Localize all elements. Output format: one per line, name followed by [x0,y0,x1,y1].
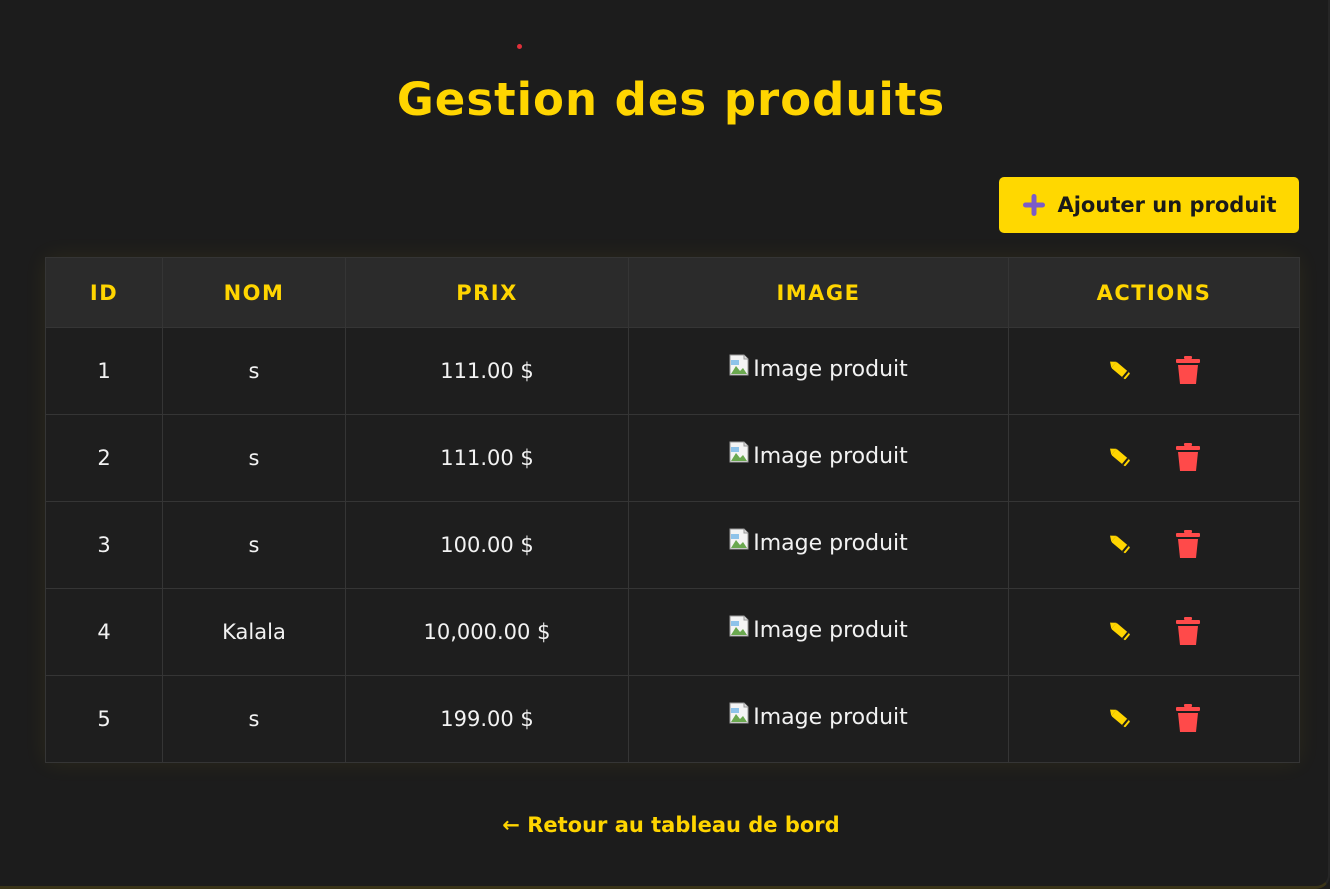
cell-nom: s [162,327,346,415]
pencil-icon [1106,444,1134,473]
column-header-image: IMAGE [628,257,1009,328]
cell-image: Image produit [628,675,1009,763]
table-row: 1 s 111.00 $ Image produit [45,327,1300,415]
table-row: 4 Kalala 10,000.00 $ Image produit [45,588,1300,676]
trash-icon [1175,703,1201,736]
delete-button[interactable] [1173,703,1203,735]
image-alt-text: Image produit [753,356,908,382]
broken-image-icon [729,702,753,724]
products-table: ID NOM PRIX IMAGE ACTIONS 1 s 111.00 $ I… [45,257,1300,763]
product-image: Image produit [729,441,908,469]
trash-icon [1175,442,1201,475]
pencil-icon [1106,357,1134,386]
cell-prix: 111.00 $ [345,327,629,415]
edit-button[interactable] [1105,703,1135,735]
delete-button[interactable] [1173,616,1203,648]
add-product-label: Ajouter un produit [1057,193,1277,217]
cell-id: 4 [45,588,163,676]
cell-image: Image produit [628,501,1009,589]
add-product-button[interactable]: Ajouter un produit [999,177,1299,233]
cell-nom: s [162,675,346,763]
cell-prix: 10,000.00 $ [345,588,629,676]
column-header-prix: PRIX [345,257,629,328]
trash-icon [1175,355,1201,388]
delete-button[interactable] [1173,442,1203,474]
cell-image: Image produit [628,414,1009,502]
edit-button[interactable] [1105,442,1135,474]
pencil-icon [1106,705,1134,734]
trash-icon [1175,616,1201,649]
image-alt-text: Image produit [753,530,908,556]
cell-prix: 100.00 $ [345,501,629,589]
delete-button[interactable] [1173,355,1203,387]
product-image: Image produit [729,702,908,730]
table-body: 1 s 111.00 $ Image produit 2 s 111.00 $ … [45,327,1300,763]
cell-image: Image produit [628,327,1009,415]
cell-actions [1008,675,1300,763]
cell-image: Image produit [628,588,1009,676]
cell-id: 2 [45,414,163,502]
trash-icon [1175,529,1201,562]
cell-id: 3 [45,501,163,589]
column-header-nom: NOM [162,257,346,328]
cell-prix: 199.00 $ [345,675,629,763]
cell-id: 5 [45,675,163,763]
product-image: Image produit [729,528,908,556]
products-table-container: ID NOM PRIX IMAGE ACTIONS 1 s 111.00 $ I… [45,257,1300,763]
edit-button[interactable] [1105,355,1135,387]
cell-id: 1 [45,327,163,415]
cell-prix: 111.00 $ [345,414,629,502]
cell-actions [1008,327,1300,415]
cursor-dot [517,44,522,49]
image-alt-text: Image produit [753,704,908,730]
edit-button[interactable] [1105,529,1135,561]
plus-icon [1021,192,1047,218]
column-header-actions: ACTIONS [1008,257,1300,328]
page-title: Gestion des produits [396,73,946,126]
cell-actions [1008,501,1300,589]
edit-button[interactable] [1105,616,1135,648]
broken-image-icon [729,528,753,550]
broken-image-icon [729,441,753,463]
cell-actions [1008,588,1300,676]
table-row: 3 s 100.00 $ Image produit [45,501,1300,589]
delete-button[interactable] [1173,529,1203,561]
broken-image-icon [729,354,753,376]
table-header-row: ID NOM PRIX IMAGE ACTIONS [45,257,1300,328]
pencil-icon [1106,531,1134,560]
cell-nom: s [162,414,346,502]
column-header-id: ID [45,257,163,328]
pencil-icon [1106,618,1134,647]
table-row: 5 s 199.00 $ Image produit [45,675,1300,763]
product-image: Image produit [729,615,908,643]
cell-actions [1008,414,1300,502]
back-to-dashboard-link[interactable]: ← Retour au tableau de bord [0,808,1330,842]
broken-image-icon [729,615,753,637]
image-alt-text: Image produit [753,443,908,469]
cell-nom: s [162,501,346,589]
image-alt-text: Image produit [753,617,908,643]
cell-nom: Kalala [162,588,346,676]
table-row: 2 s 111.00 $ Image produit [45,414,1300,502]
product-image: Image produit [729,354,908,382]
